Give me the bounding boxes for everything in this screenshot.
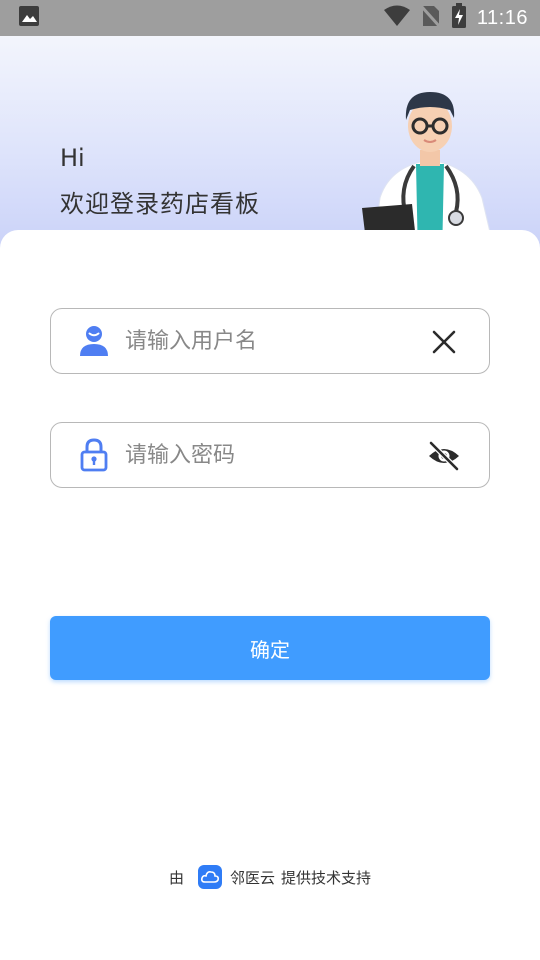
greeting-text: Hi xyxy=(60,144,85,172)
image-icon xyxy=(18,5,40,31)
password-input[interactable] xyxy=(125,435,405,475)
status-time: 11:16 xyxy=(476,6,528,29)
no-sim-icon xyxy=(420,4,442,32)
footer-brand: 邻医云 xyxy=(229,868,275,887)
cloud-logo-icon xyxy=(197,865,222,889)
header-banner: Hi 欢迎登录药店看板 xyxy=(0,36,540,256)
username-input[interactable] xyxy=(125,321,405,361)
footer-prefix: 由 xyxy=(168,868,184,887)
footer-suffix: 提供技术支持 xyxy=(281,868,372,887)
wifi-icon xyxy=(383,5,411,31)
lock-icon xyxy=(80,438,108,472)
welcome-title: 欢迎登录药店看板 xyxy=(60,190,260,218)
user-icon xyxy=(80,326,108,356)
footer-credit: 由 邻医云 提供技术支持 xyxy=(0,862,540,892)
username-field[interactable] xyxy=(50,308,490,374)
battery-charging-icon xyxy=(451,3,467,33)
eye-off-icon[interactable] xyxy=(427,440,461,472)
status-bar: 11:16 xyxy=(0,0,540,36)
password-field[interactable] xyxy=(50,422,490,488)
clear-icon[interactable] xyxy=(427,326,461,358)
status-icons: 11:16 xyxy=(383,3,528,33)
submit-button[interactable]: 确定 xyxy=(50,616,490,680)
